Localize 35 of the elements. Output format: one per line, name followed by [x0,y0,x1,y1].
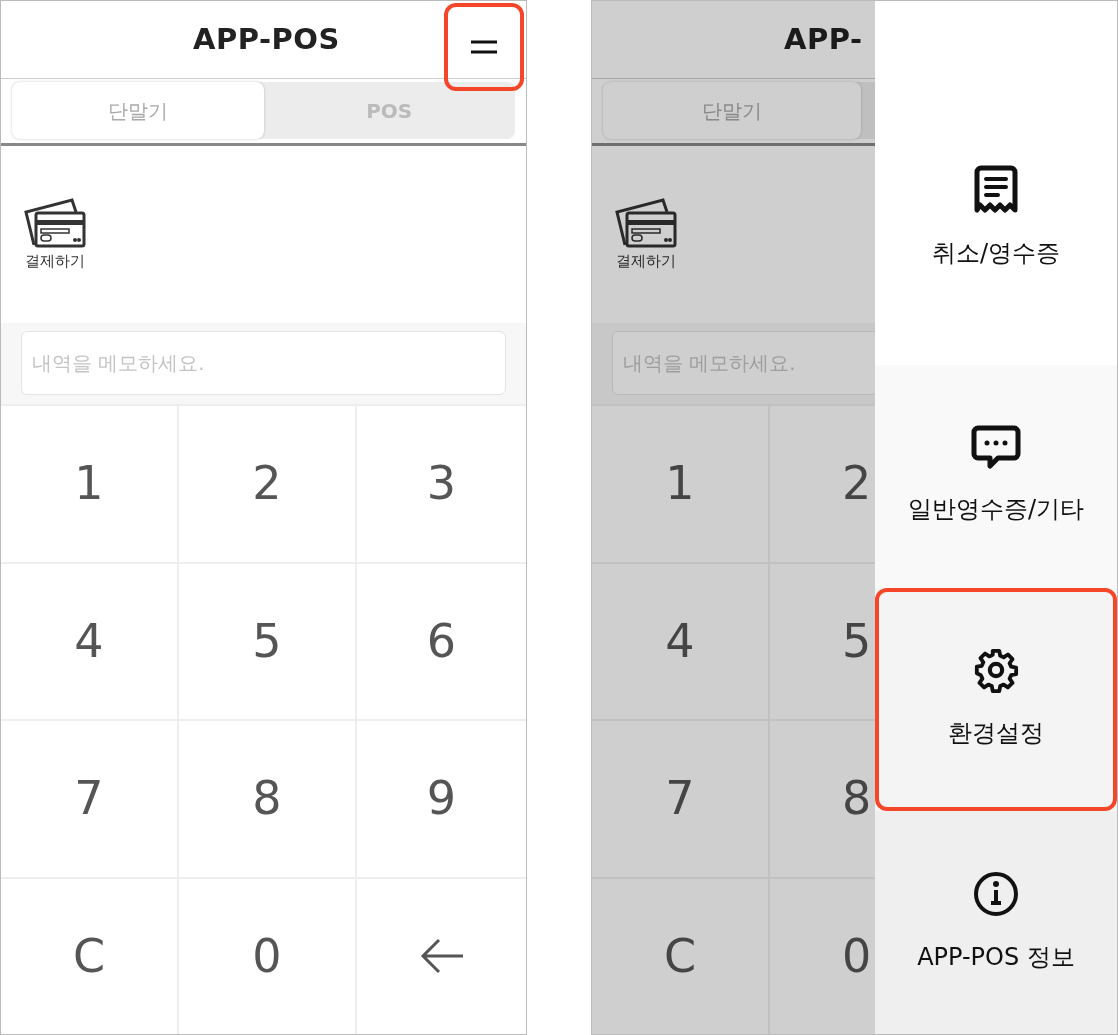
keypad-key[interactable]: 8 [770,721,877,877]
memo-field[interactable]: 내역을 메모하세요. [21,331,506,395]
arrow-icon [418,938,465,975]
keypad-key[interactable]: 5 [179,563,355,719]
keypad-key[interactable]: 5 [770,563,877,719]
keypad-key[interactable]: 4 [1,563,177,719]
keypad-key[interactable]: C [592,878,768,1034]
keypad-key[interactable]: 7 [592,721,768,877]
keypad-key[interactable]: 3 [357,406,526,562]
keypad-key[interactable]: C [1,878,177,1034]
menu-item[interactable]: 환경설정 [875,588,1117,811]
menu-item[interactable]: 취소/영수증 [875,1,1117,365]
menu-item[interactable]: APP-POS 정보 [875,811,1117,1034]
keypad-key[interactable]: 2 [179,406,355,562]
keypad-key[interactable]: 7 [1,721,177,877]
keypad-key[interactable]: 9 [357,721,526,877]
info-icon [973,870,1019,917]
app-title: APP- [784,20,863,58]
keypad-key[interactable]: 4 [592,563,768,719]
chat-icon [971,425,1021,470]
app-title: APP-POS [193,20,340,58]
pay-button[interactable]: 결제하기 [615,198,677,273]
receipt-icon [974,165,1018,213]
keypad-key[interactable]: 6 [357,563,526,719]
keypad-key[interactable]: 1 [1,406,177,562]
settings-icon [973,647,1019,694]
keypad-key[interactable]: 8 [179,721,355,877]
credit-card-icon [615,198,677,248]
keypad-key[interactable]: 1 [592,406,768,562]
credit-card-icon [24,198,86,248]
menu-icon [471,40,497,54]
keypad-key[interactable]: 0 [770,878,877,1034]
keypad-key[interactable]: 0 [179,878,355,1034]
keypad-key[interactable]: 2 [770,406,877,562]
pay-button[interactable]: 결제하기 [24,198,86,273]
